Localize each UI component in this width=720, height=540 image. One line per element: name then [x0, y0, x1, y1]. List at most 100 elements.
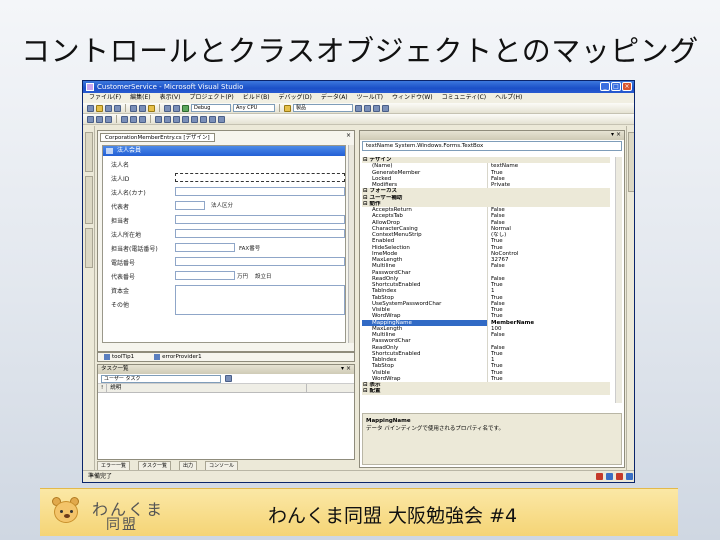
properties-icon[interactable] — [364, 104, 371, 112]
visual-studio-window: CustomerService - Microsoft Visual Studi… — [82, 80, 635, 483]
tray-icon — [626, 473, 633, 480]
component-icon — [154, 353, 161, 360]
toolbox-tab[interactable] — [85, 132, 93, 172]
designer-doc-tab[interactable]: CorporationMemberEntry.cs [デザイン] — [100, 133, 215, 142]
task-filter-combo[interactable]: ユーザー タスク — [101, 374, 221, 383]
find-icon[interactable] — [284, 104, 291, 112]
property-description: MappingName データ バインディングで使用されるプロパティ名です。 — [362, 413, 622, 465]
platform-combo[interactable]: Any CPU — [233, 104, 275, 112]
find-combo[interactable]: 製品 — [293, 104, 353, 112]
menu-project[interactable]: プロジェクト(P) — [189, 93, 233, 103]
fax-textbox[interactable] — [175, 257, 345, 266]
properties-scrollbar[interactable] — [615, 157, 622, 403]
redo-icon[interactable] — [173, 104, 180, 112]
property-category[interactable]: ⊟ 配置 — [362, 388, 610, 395]
inline-label: FAX番号 — [239, 246, 261, 252]
menu-file[interactable]: ファイル(F) — [89, 93, 121, 103]
form-label: 法人名 — [111, 162, 130, 169]
task-list-columns: ! 説明 — [98, 384, 354, 393]
data-sources-tab[interactable] — [85, 176, 93, 224]
same-height-icon[interactable] — [164, 115, 171, 123]
form-label: その他 — [111, 302, 130, 309]
solution-explorer-icon[interactable] — [355, 104, 362, 112]
bring-front-icon[interactable] — [200, 115, 207, 123]
menu-edit[interactable]: 編集(E) — [130, 93, 150, 103]
wankuma-logo: わんくま 同盟 — [48, 494, 178, 533]
address-textbox[interactable] — [175, 229, 345, 238]
form-label: 電話番号 — [111, 260, 136, 267]
toolbar-separator — [116, 115, 117, 123]
server-explorer-tab[interactable] — [85, 228, 93, 268]
spacing-icon[interactable] — [191, 115, 198, 123]
save-icon[interactable] — [105, 104, 112, 112]
align-middle-icon[interactable] — [130, 115, 137, 123]
minimize-button[interactable]: _ — [600, 82, 610, 91]
copy-icon[interactable] — [139, 104, 146, 112]
config-combo[interactable]: Debug — [191, 104, 231, 112]
menu-help[interactable]: ヘルプ(H) — [495, 93, 522, 103]
column-header[interactable]: 説明 — [107, 384, 308, 392]
align-top-icon[interactable] — [121, 115, 128, 123]
capital-textbox[interactable] — [175, 271, 235, 280]
form-label: 代表者 — [111, 204, 130, 211]
new-project-icon[interactable] — [87, 104, 94, 112]
kana-textbox[interactable] — [175, 187, 345, 196]
align-center-icon[interactable] — [96, 115, 103, 123]
align-left-icon[interactable] — [87, 115, 94, 123]
toolbar-separator — [125, 104, 126, 112]
same-size-icon[interactable] — [173, 115, 180, 123]
new-task-icon[interactable] — [225, 375, 232, 382]
menu-view[interactable]: 表示(V) — [160, 93, 181, 103]
tray-item[interactable]: toolTip1 — [104, 353, 134, 361]
align-right-icon[interactable] — [105, 115, 112, 123]
solution-explorer-tab[interactable] — [628, 132, 634, 192]
tray-icon — [606, 473, 613, 480]
menu-build[interactable]: ビルド(B) — [243, 93, 270, 103]
same-width-icon[interactable] — [155, 115, 162, 123]
start-debug-icon[interactable] — [182, 104, 189, 112]
tab-order-icon[interactable] — [218, 115, 225, 123]
close-button[interactable]: × — [622, 82, 632, 91]
description-title: MappingName — [366, 418, 411, 424]
category-textbox[interactable] — [175, 201, 205, 210]
save-all-icon[interactable] — [114, 104, 121, 112]
menu-community[interactable]: コミュニティ(C) — [442, 93, 487, 103]
right-tool-rail — [626, 126, 634, 472]
cut-icon[interactable] — [130, 104, 137, 112]
paste-icon[interactable] — [148, 104, 155, 112]
close-doc-icon[interactable]: × — [345, 133, 352, 140]
object-browser-icon[interactable] — [382, 104, 389, 112]
grid-icon[interactable] — [182, 115, 189, 123]
undo-icon[interactable] — [164, 104, 171, 112]
property-grid: ⊟ デザイン (Name) textName GenerateMember True Lo… — [362, 157, 610, 395]
properties-header: ▾ × — [360, 131, 624, 140]
toolbox-icon[interactable] — [373, 104, 380, 112]
maximize-button[interactable]: □ — [611, 82, 621, 91]
menu-tools[interactable]: ツール(T) — [357, 93, 383, 103]
phone-textbox[interactable] — [175, 243, 235, 252]
send-back-icon[interactable] — [209, 115, 216, 123]
name-textbox[interactable] — [175, 173, 345, 182]
properties-object-selector[interactable]: textName System.Windows.Forms.TextBox — [362, 141, 622, 151]
tray-item[interactable]: errorProvider1 — [154, 353, 202, 361]
align-bottom-icon[interactable] — [139, 115, 146, 123]
form-label: 資本金 — [111, 288, 130, 295]
pin-icon[interactable]: ▾ × — [341, 366, 351, 372]
column-header[interactable]: ! — [98, 384, 108, 392]
form-caption: 法人会員 — [103, 146, 345, 156]
representative-textbox[interactable] — [175, 215, 345, 224]
notes-textbox[interactable] — [175, 285, 345, 315]
left-tool-rail — [83, 126, 95, 472]
menu-data[interactable]: データ(A) — [321, 93, 348, 103]
property-name: ⊟ 配置 — [363, 388, 381, 395]
pin-icon[interactable]: ▾ × — [611, 132, 621, 138]
form-label: 法人所在地 — [111, 232, 142, 239]
form-label: 代表番号 — [111, 274, 136, 281]
designer-scrollbar[interactable] — [348, 145, 354, 343]
toolbar-separator — [279, 104, 280, 112]
menu-window[interactable]: ウィンドウ(W) — [392, 93, 433, 103]
open-icon[interactable] — [96, 104, 103, 112]
standard-toolbar: Debug Any CPU 製品 — [83, 103, 634, 114]
window-titlebar: CustomerService - Microsoft Visual Studi… — [83, 81, 634, 93]
menu-debug[interactable]: デバッグ(D) — [279, 93, 312, 103]
